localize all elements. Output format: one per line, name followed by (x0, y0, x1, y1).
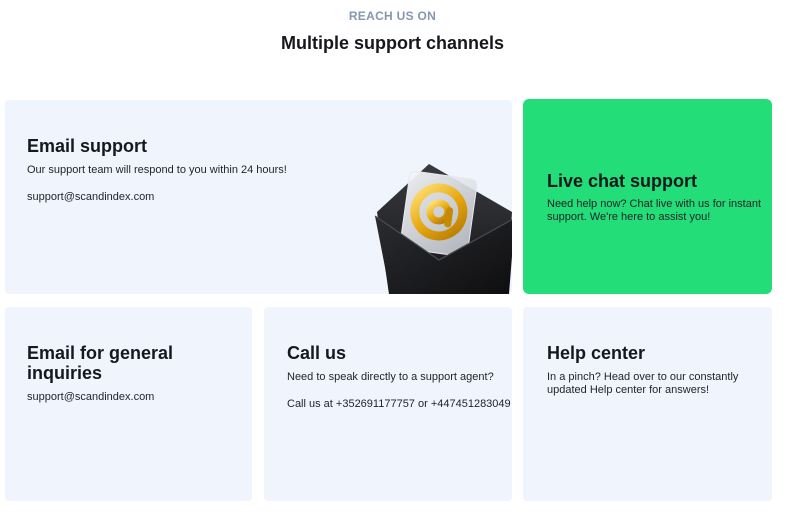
call-us-description: Need to speak directly to a support agen… (287, 371, 494, 383)
general-inquiries-card[interactable]: Email for general inquiries support@scan… (5, 307, 252, 501)
live-chat-title: Live chat support (547, 171, 698, 191)
email-support-card[interactable]: Email support Our support team will resp… (5, 100, 512, 294)
email-support-address[interactable]: support@scandindex.com (27, 191, 154, 204)
live-chat-card[interactable]: Live chat support Need help now? Chat li… (523, 99, 772, 294)
support-channels-section: REACH US ON Multiple support channels Em… (0, 0, 800, 526)
call-us-title: Call us (287, 343, 347, 363)
general-inquiries-address[interactable]: support@scandindex.com (27, 391, 154, 404)
section-title: Multiple support channels (280, 33, 504, 53)
email-support-description: Our support team will respond to you wit… (27, 164, 287, 176)
live-chat-description: Need help now? Chat live with us for ins… (547, 198, 762, 223)
email-support-title: Email support (27, 136, 148, 156)
section-eyebrow: REACH US ON (348, 9, 437, 23)
help-center-card[interactable]: Help center In a pinch? Head over to our… (523, 307, 772, 501)
help-center-description: In a pinch? Head over to our constantly … (547, 371, 739, 396)
call-us-card[interactable]: Call us Need to speak directly to a supp… (264, 307, 512, 501)
envelope-at-icon (374, 164, 512, 294)
call-us-phones[interactable]: Call us at +352691177757 or +44745128304… (287, 398, 511, 411)
help-center-title: Help center (547, 343, 646, 363)
general-inquiries-title: Email for general inquiries (27, 343, 174, 383)
